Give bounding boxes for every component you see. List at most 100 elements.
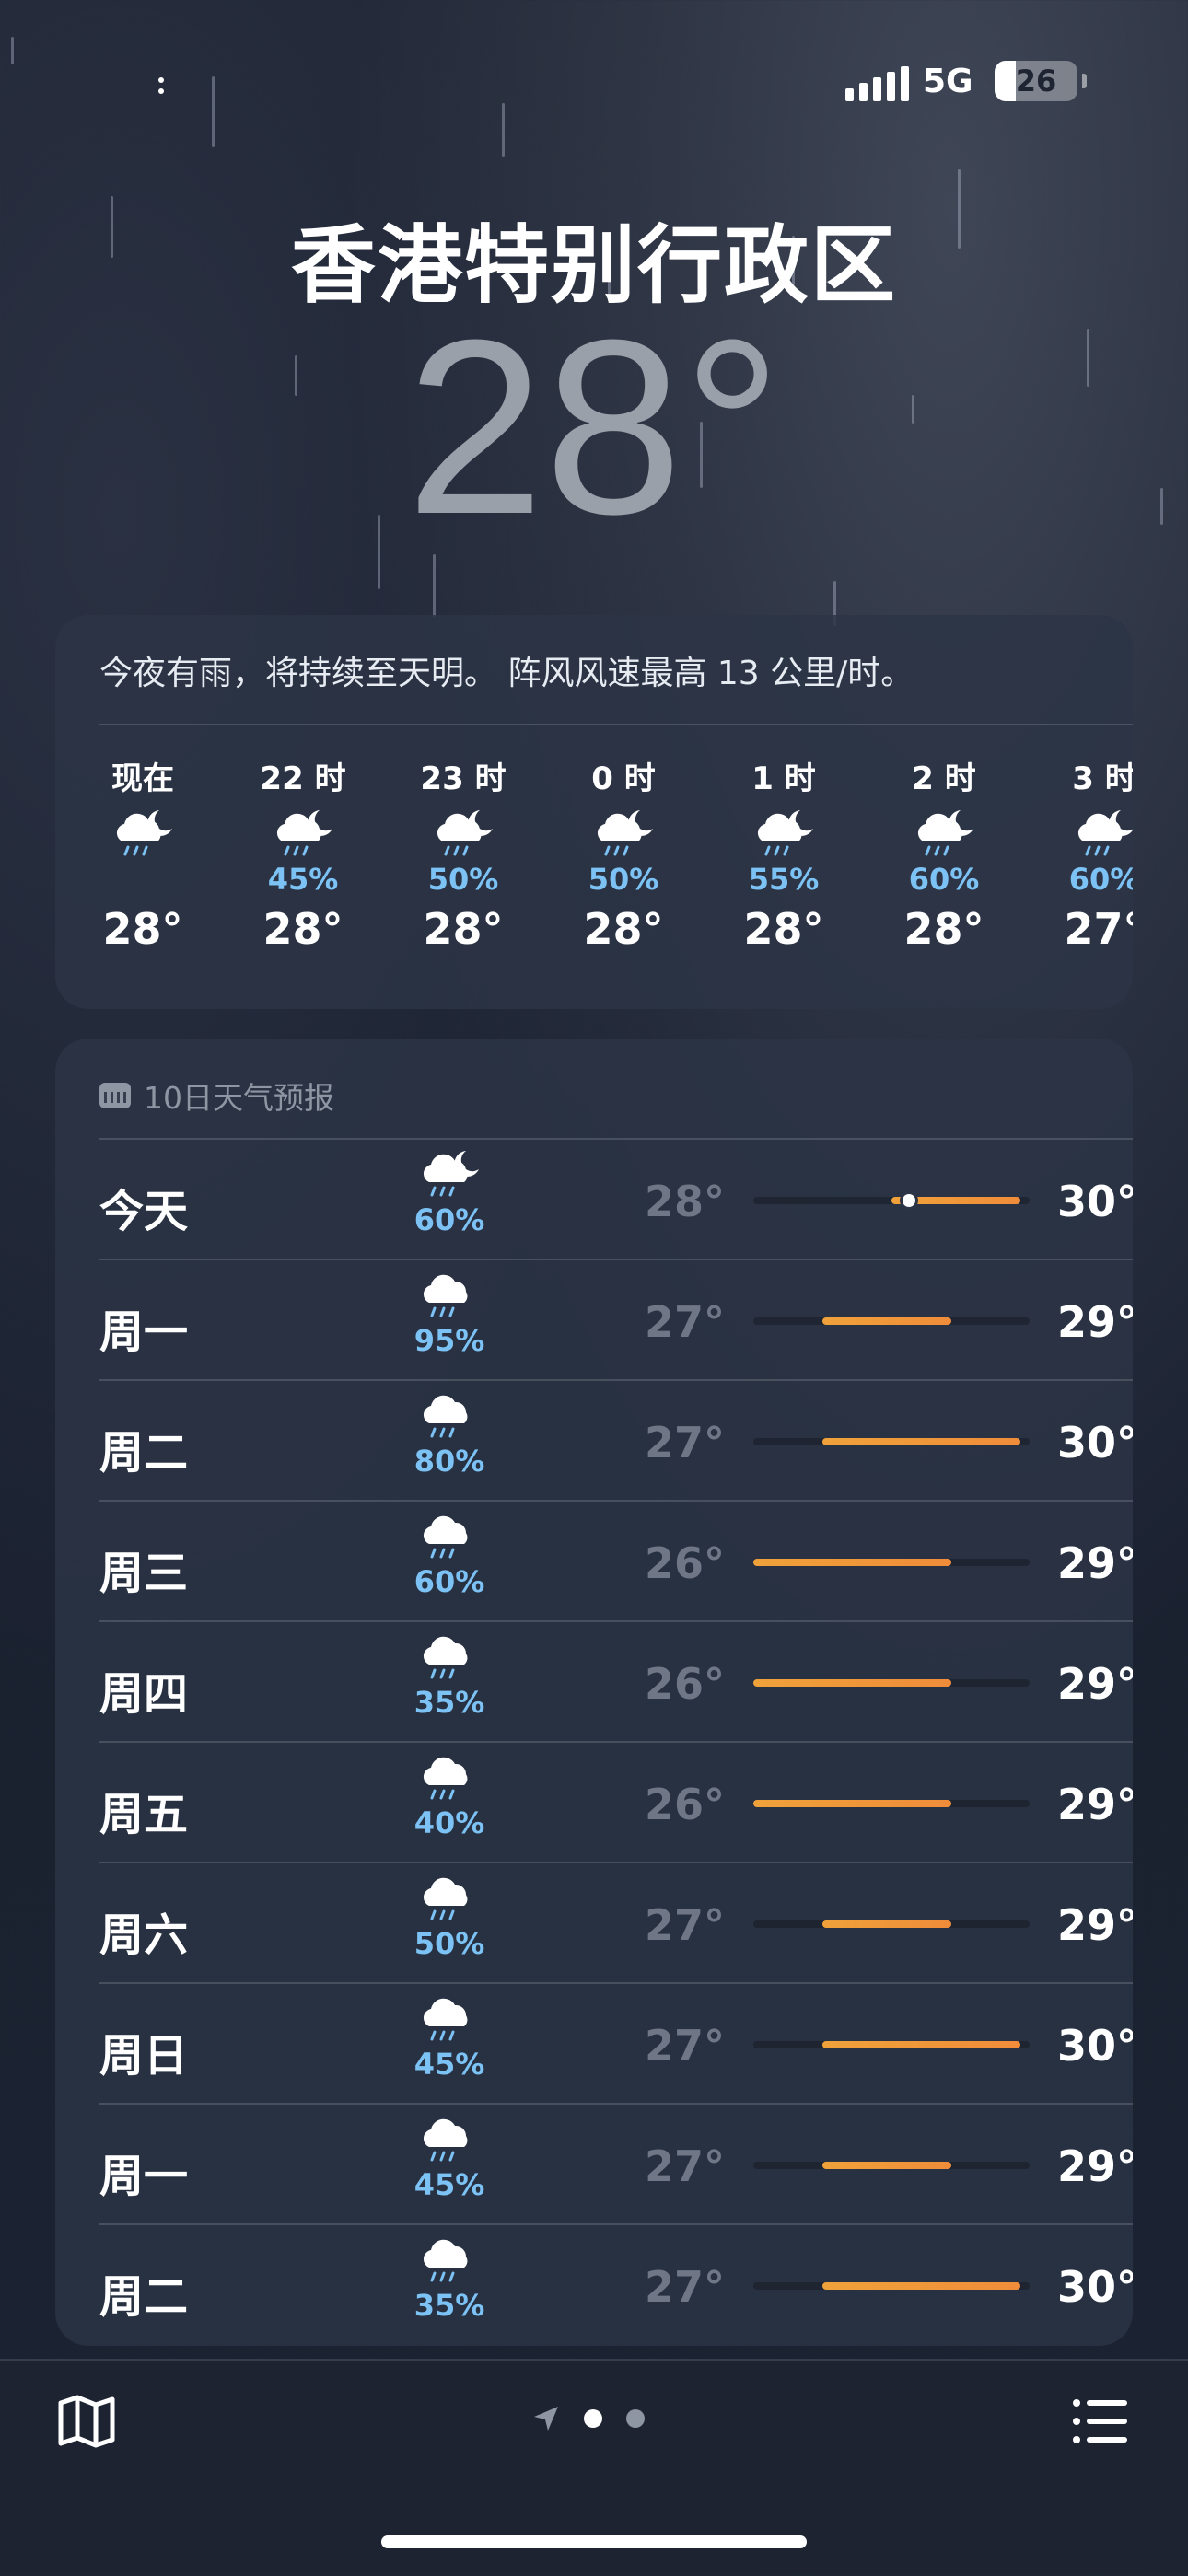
hour-label: 2 时 xyxy=(912,760,976,797)
page-dot-active[interactable] xyxy=(584,2409,602,2428)
battery-icon: 26 xyxy=(995,61,1087,101)
day-precip: 45% xyxy=(413,2167,485,2202)
day-row[interactable]: 今天 60% 28° 30° xyxy=(99,1138,1133,1258)
hour-temp: 28° xyxy=(423,904,504,954)
hour-temp: 28° xyxy=(102,904,183,954)
divider xyxy=(99,1862,1133,1863)
cloud-rain-icon xyxy=(423,1877,468,1920)
temp-range-track xyxy=(753,1559,1030,1566)
daily-forecast-card[interactable]: 10日天气预报 今天 60% 28° 30° 周一 95% 27° 29° 周二 80% 27° 30… xyxy=(55,1039,1133,2346)
day-name: 周二 xyxy=(99,2271,189,2323)
day-row[interactable]: 周二 80% 27° 30° xyxy=(99,1379,1133,1499)
home-indicator[interactable] xyxy=(381,2535,807,2548)
cloud-rain-icon xyxy=(423,2239,468,2282)
hour-item: 2 时 60% 28° xyxy=(875,753,1013,954)
day-precip: 95% xyxy=(413,1323,485,1358)
network-type: 5G xyxy=(923,63,973,100)
page-indicator[interactable] xyxy=(532,2405,645,2432)
divider xyxy=(99,1259,1133,1260)
day-low-temp: 27° xyxy=(645,1418,726,1468)
day-row[interactable]: 周六 50% 27° 29° xyxy=(99,1862,1133,1981)
day-low-temp: 27° xyxy=(645,2141,726,2191)
day-precip: 60% xyxy=(413,1202,485,1237)
day-name: 周一 xyxy=(99,2151,189,2202)
cloud-rain-icon xyxy=(423,1636,468,1679)
cloud-rain-icon xyxy=(423,1998,468,2041)
list-icon[interactable] xyxy=(1072,2397,1129,2445)
hour-temp: 28° xyxy=(262,904,344,954)
hour-precip xyxy=(74,862,212,899)
cloud-moon-rain-icon xyxy=(597,810,653,856)
day-name: 周六 xyxy=(99,1909,189,1961)
divider xyxy=(99,1741,1133,1743)
hour-label: 23 时 xyxy=(420,760,507,797)
hour-precip: 50% xyxy=(588,862,659,897)
current-temp-dot xyxy=(903,1194,915,1207)
temp-range-bar xyxy=(753,1679,951,1687)
map-icon[interactable] xyxy=(57,2394,116,2449)
day-high-temp: 30° xyxy=(1057,2021,1133,2071)
divider xyxy=(99,1138,1133,1140)
day-row[interactable]: 周三 60% 26° 29° xyxy=(99,1500,1133,1619)
divider xyxy=(99,2223,1133,2225)
day-name: 周三 xyxy=(99,1548,189,1599)
divider xyxy=(99,2103,1133,2105)
temp-range-track xyxy=(753,1920,1030,1928)
cellular-signal-icon xyxy=(845,66,909,101)
divider xyxy=(99,1620,1133,1622)
temp-range-track xyxy=(753,1438,1030,1445)
day-precip: 50% xyxy=(413,1926,485,1961)
hour-temp: 28° xyxy=(743,904,824,954)
temp-range-track xyxy=(753,1679,1030,1687)
day-name: 周二 xyxy=(99,1427,189,1479)
day-row[interactable]: 周一 45% 27° 29° xyxy=(99,2103,1133,2222)
status-bar: 5G 26 xyxy=(0,57,1188,112)
cloud-moon-rain-icon xyxy=(276,810,332,856)
temp-range-track xyxy=(753,1800,1030,1807)
day-row[interactable]: 周日 45% 27° 30° xyxy=(99,1982,1133,2102)
day-row[interactable]: 周四 35% 26° 29° xyxy=(99,1620,1133,1740)
cloud-moon-rain-icon xyxy=(917,810,973,856)
day-high-temp: 29° xyxy=(1057,1659,1133,1709)
day-low-temp: 28° xyxy=(645,1177,726,1226)
day-name: 周日 xyxy=(99,2030,189,2082)
divider xyxy=(99,724,1133,725)
day-precip: 80% xyxy=(413,1444,485,1479)
day-row[interactable]: 周五 40% 26° 29° xyxy=(99,1741,1133,1861)
hour-precip: 45% xyxy=(267,862,339,897)
cloud-moon-rain-icon xyxy=(423,1151,479,1197)
hourly-list[interactable]: 现在 28° 22 时 45% 28° 23 时 50% 28° 0 时 50% 28° 1 时 55%… xyxy=(74,753,1133,992)
cloud-rain-icon xyxy=(423,1515,468,1559)
temp-range-track xyxy=(753,1317,1030,1325)
day-high-temp: 30° xyxy=(1057,2262,1133,2312)
cloud-rain-icon xyxy=(423,1395,468,1438)
day-name: 周四 xyxy=(99,1668,189,1720)
location-arrow-icon[interactable] xyxy=(532,2405,560,2432)
temp-range-track xyxy=(753,1194,1030,1207)
divider xyxy=(99,1982,1133,1984)
hour-item: 22 时 45% 28° xyxy=(234,753,372,954)
page-dot[interactable] xyxy=(626,2409,645,2428)
day-row[interactable]: 周二 35% 27° 30° xyxy=(99,2223,1133,2343)
temp-range-bar xyxy=(822,1438,1020,1445)
hour-precip: 55% xyxy=(748,862,820,897)
day-high-temp: 30° xyxy=(1057,1418,1133,1468)
hour-item: 0 时 50% 28° xyxy=(554,753,693,954)
temp-range-track xyxy=(753,2041,1030,2048)
calendar-icon xyxy=(99,1083,131,1108)
day-high-temp: 29° xyxy=(1057,1297,1133,1347)
hour-item: 现在 28° xyxy=(74,753,212,954)
divider xyxy=(99,1379,1133,1381)
day-row[interactable]: 周一 95% 27° 29° xyxy=(99,1259,1133,1378)
hour-label: 1 时 xyxy=(751,760,816,797)
cloud-moon-rain-icon xyxy=(1077,810,1133,856)
temp-range-track xyxy=(753,2282,1030,2290)
cloud-moon-rain-icon xyxy=(757,810,813,856)
temp-range-bar xyxy=(822,1317,951,1325)
cloud-rain-icon xyxy=(423,1274,468,1317)
hourly-forecast-card[interactable]: 今夜有雨，将持续至天明。 阵风风速最高 13 公里/时。 现在 28° 22 时 45… xyxy=(55,615,1133,1009)
status-time-placeholder xyxy=(158,72,168,101)
temp-range-bar xyxy=(753,1800,951,1807)
day-low-temp: 26° xyxy=(645,1538,726,1588)
day-precip: 60% xyxy=(413,1564,485,1599)
